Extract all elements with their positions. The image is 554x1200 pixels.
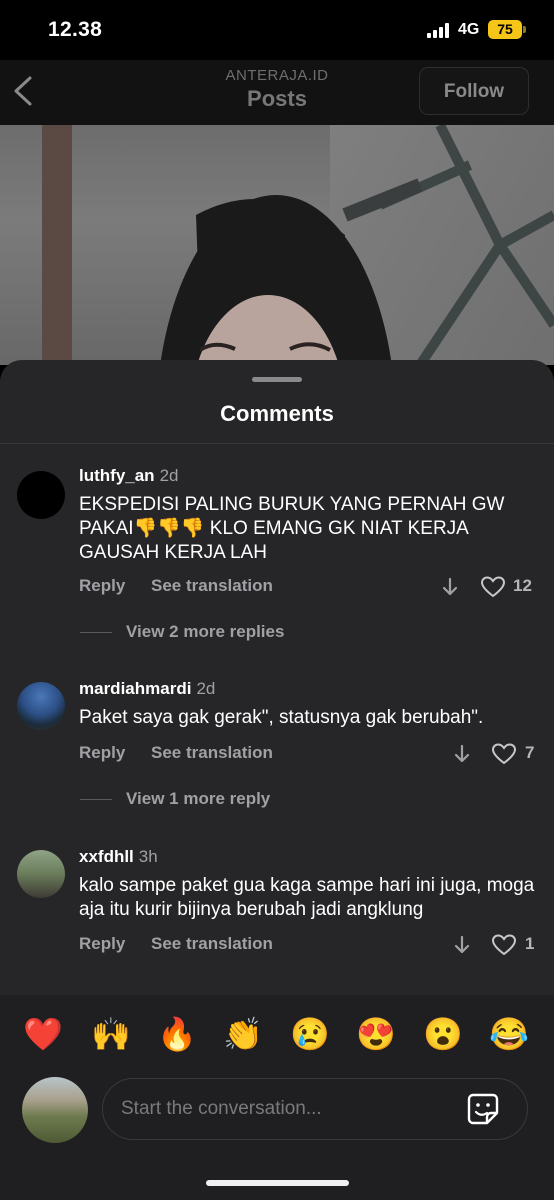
comment-text: Paket saya gak gerak", statusnya gak ber… xyxy=(79,707,484,728)
like-count: 1 xyxy=(525,934,535,953)
reaction-heart[interactable]: ❤️ xyxy=(21,1015,65,1053)
reply-button[interactable]: Reply xyxy=(79,576,125,596)
heart-icon[interactable] xyxy=(492,934,516,956)
avatar[interactable] xyxy=(17,850,65,898)
comment-username[interactable]: xxfdhll xyxy=(79,847,134,866)
dislike-arrow-icon[interactable] xyxy=(442,577,458,597)
reaction-heart-eyes[interactable]: 😍 xyxy=(354,1015,398,1053)
home-indicator[interactable] xyxy=(206,1180,349,1186)
signal-icon xyxy=(427,23,453,38)
reaction-crying[interactable]: 😢 xyxy=(288,1015,332,1053)
post-photo-illustration xyxy=(160,125,554,365)
comment-meta: xxfdhll 3h xyxy=(79,847,158,867)
dislike-arrow-icon[interactable] xyxy=(454,744,470,764)
reaction-clap[interactable]: 👏 xyxy=(221,1015,265,1053)
sheet-grabber[interactable] xyxy=(252,377,302,382)
comment-text: kalo sampe paket gua kaga sampe hari ini… xyxy=(79,875,535,920)
comment-username[interactable]: mardiahmardi xyxy=(79,679,191,698)
battery-level: 75 xyxy=(497,21,513,37)
comment-age: 2d xyxy=(159,466,179,485)
reaction-raised-hands[interactable]: 🙌 xyxy=(89,1015,133,1053)
composer-area: ❤️ 🙌 🔥 👏 😢 😍 😮 😂 Start the conversation.… xyxy=(0,995,554,1200)
battery-icon: 75 xyxy=(488,20,522,39)
heart-icon[interactable] xyxy=(492,743,516,765)
follow-button[interactable]: Follow xyxy=(419,67,529,115)
comment-item: luthfy_an 2d EKSPEDISI PALING BURUK YANG … xyxy=(0,460,554,642)
reaction-laughing[interactable]: 😂 xyxy=(487,1015,531,1053)
replies-line xyxy=(80,632,112,633)
post-image xyxy=(0,125,554,365)
comment-age: 2d xyxy=(196,679,216,698)
like-count: 7 xyxy=(525,743,535,762)
avatar[interactable] xyxy=(17,471,65,519)
status-time: 12.38 xyxy=(48,18,103,41)
comment-input-placeholder: Start the conversation... xyxy=(121,1098,322,1119)
reaction-surprised[interactable]: 😮 xyxy=(421,1015,465,1053)
reply-button[interactable]: Reply xyxy=(79,743,125,763)
see-translation-button[interactable]: See translation xyxy=(151,934,273,954)
comment-input[interactable]: Start the conversation... xyxy=(102,1078,528,1140)
avatar[interactable] xyxy=(17,682,65,730)
comment-item: mardiahmardi 2d Paket saya gak gerak", st… xyxy=(0,673,554,813)
heart-icon[interactable] xyxy=(481,576,505,598)
network-type: 4G xyxy=(458,21,480,38)
like-count: 12 xyxy=(513,576,532,595)
comments-title: Comments xyxy=(220,401,334,426)
comment-text: EKSPEDISI PALING BURUK YANG PERNAH GW PA… xyxy=(79,494,505,563)
comment-username[interactable]: luthfy_an xyxy=(79,466,155,485)
replies-line xyxy=(80,799,112,800)
comment-meta: mardiahmardi 2d xyxy=(79,679,215,699)
see-translation-button[interactable]: See translation xyxy=(151,743,273,763)
sticker-icon[interactable] xyxy=(466,1092,500,1126)
battery-tip xyxy=(523,26,526,33)
view-replies-button[interactable]: View 1 more reply xyxy=(126,789,270,809)
reply-button[interactable]: Reply xyxy=(79,934,125,954)
dislike-arrow-icon[interactable] xyxy=(454,935,470,955)
comment-item: xxfdhll 3h kalo sampe paket gua kaga samp… xyxy=(0,841,554,961)
divider xyxy=(0,443,554,444)
my-avatar[interactable] xyxy=(22,1077,88,1143)
see-translation-button[interactable]: See translation xyxy=(151,576,273,596)
view-replies-button[interactable]: View 2 more replies xyxy=(126,622,284,642)
top-nav: ANTERAJA.ID Posts Follow xyxy=(0,60,554,125)
comment-age: 3h xyxy=(138,847,158,866)
reaction-fire[interactable]: 🔥 xyxy=(155,1015,199,1053)
status-bar: 12.38 4G 75 xyxy=(0,0,554,60)
comment-meta: luthfy_an 2d xyxy=(79,466,178,486)
